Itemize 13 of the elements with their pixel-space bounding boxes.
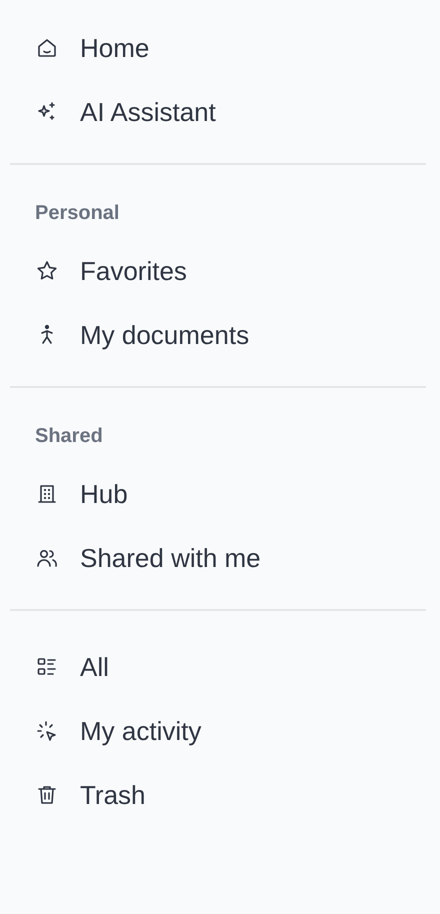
sidebar-item[interactable]: Home: [80, 32, 150, 64]
sidebar-item[interactable]: Shared with me: [80, 542, 261, 574]
sidebar-item[interactable]: My documents: [80, 320, 250, 350]
sidebar-item[interactable]: Hub: [80, 478, 128, 510]
sidebar-item[interactable]: All: [80, 652, 109, 682]
home-icon: [35, 36, 59, 60]
click-icon: [35, 719, 59, 743]
sidebar-item[interactable]: Favorites: [80, 256, 187, 286]
sidebar-item[interactable]: AI Assistant: [80, 96, 216, 128]
section-heading: Personal: [35, 201, 120, 225]
sidebar-item[interactable]: My activity: [80, 716, 202, 746]
sidebar-item[interactable]: Trash: [80, 780, 146, 810]
section-heading: Shared: [35, 424, 104, 448]
